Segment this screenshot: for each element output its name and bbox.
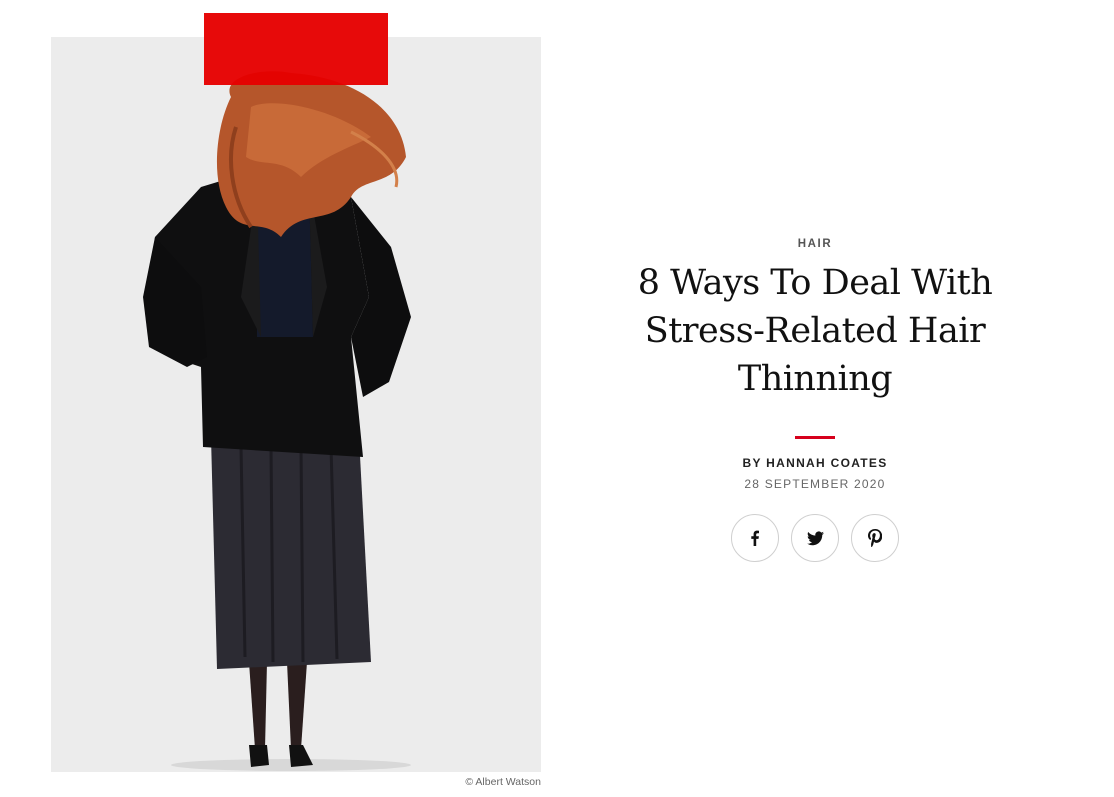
article-headline: 8 Ways To Deal With Stress-Related Hair … [637,263,993,399]
photo-credit: © Albert Watson [465,776,541,788]
twitter-share-button[interactable] [791,514,839,562]
hero-photo [143,71,411,771]
article-header: HAIR 8 Ways To Deal With Stress-Related … [600,238,1030,562]
pinterest-icon [868,529,882,547]
article-page: © Albert Watson HAIR 8 Ways To Deal With… [0,0,1114,797]
facebook-share-button[interactable] [731,514,779,562]
pinterest-share-button[interactable] [851,514,899,562]
publish-date: 28 SEPTEMBER 2020 [744,477,886,491]
share-buttons [600,514,1030,562]
facebook-icon [751,530,759,546]
accent-divider [795,436,835,439]
red-overlay-block [204,13,388,85]
category-link[interactable]: HAIR [600,238,1030,250]
author-byline[interactable]: BY HANNAH COATES [600,456,1030,470]
twitter-icon [806,531,824,545]
hero-image [51,37,541,772]
